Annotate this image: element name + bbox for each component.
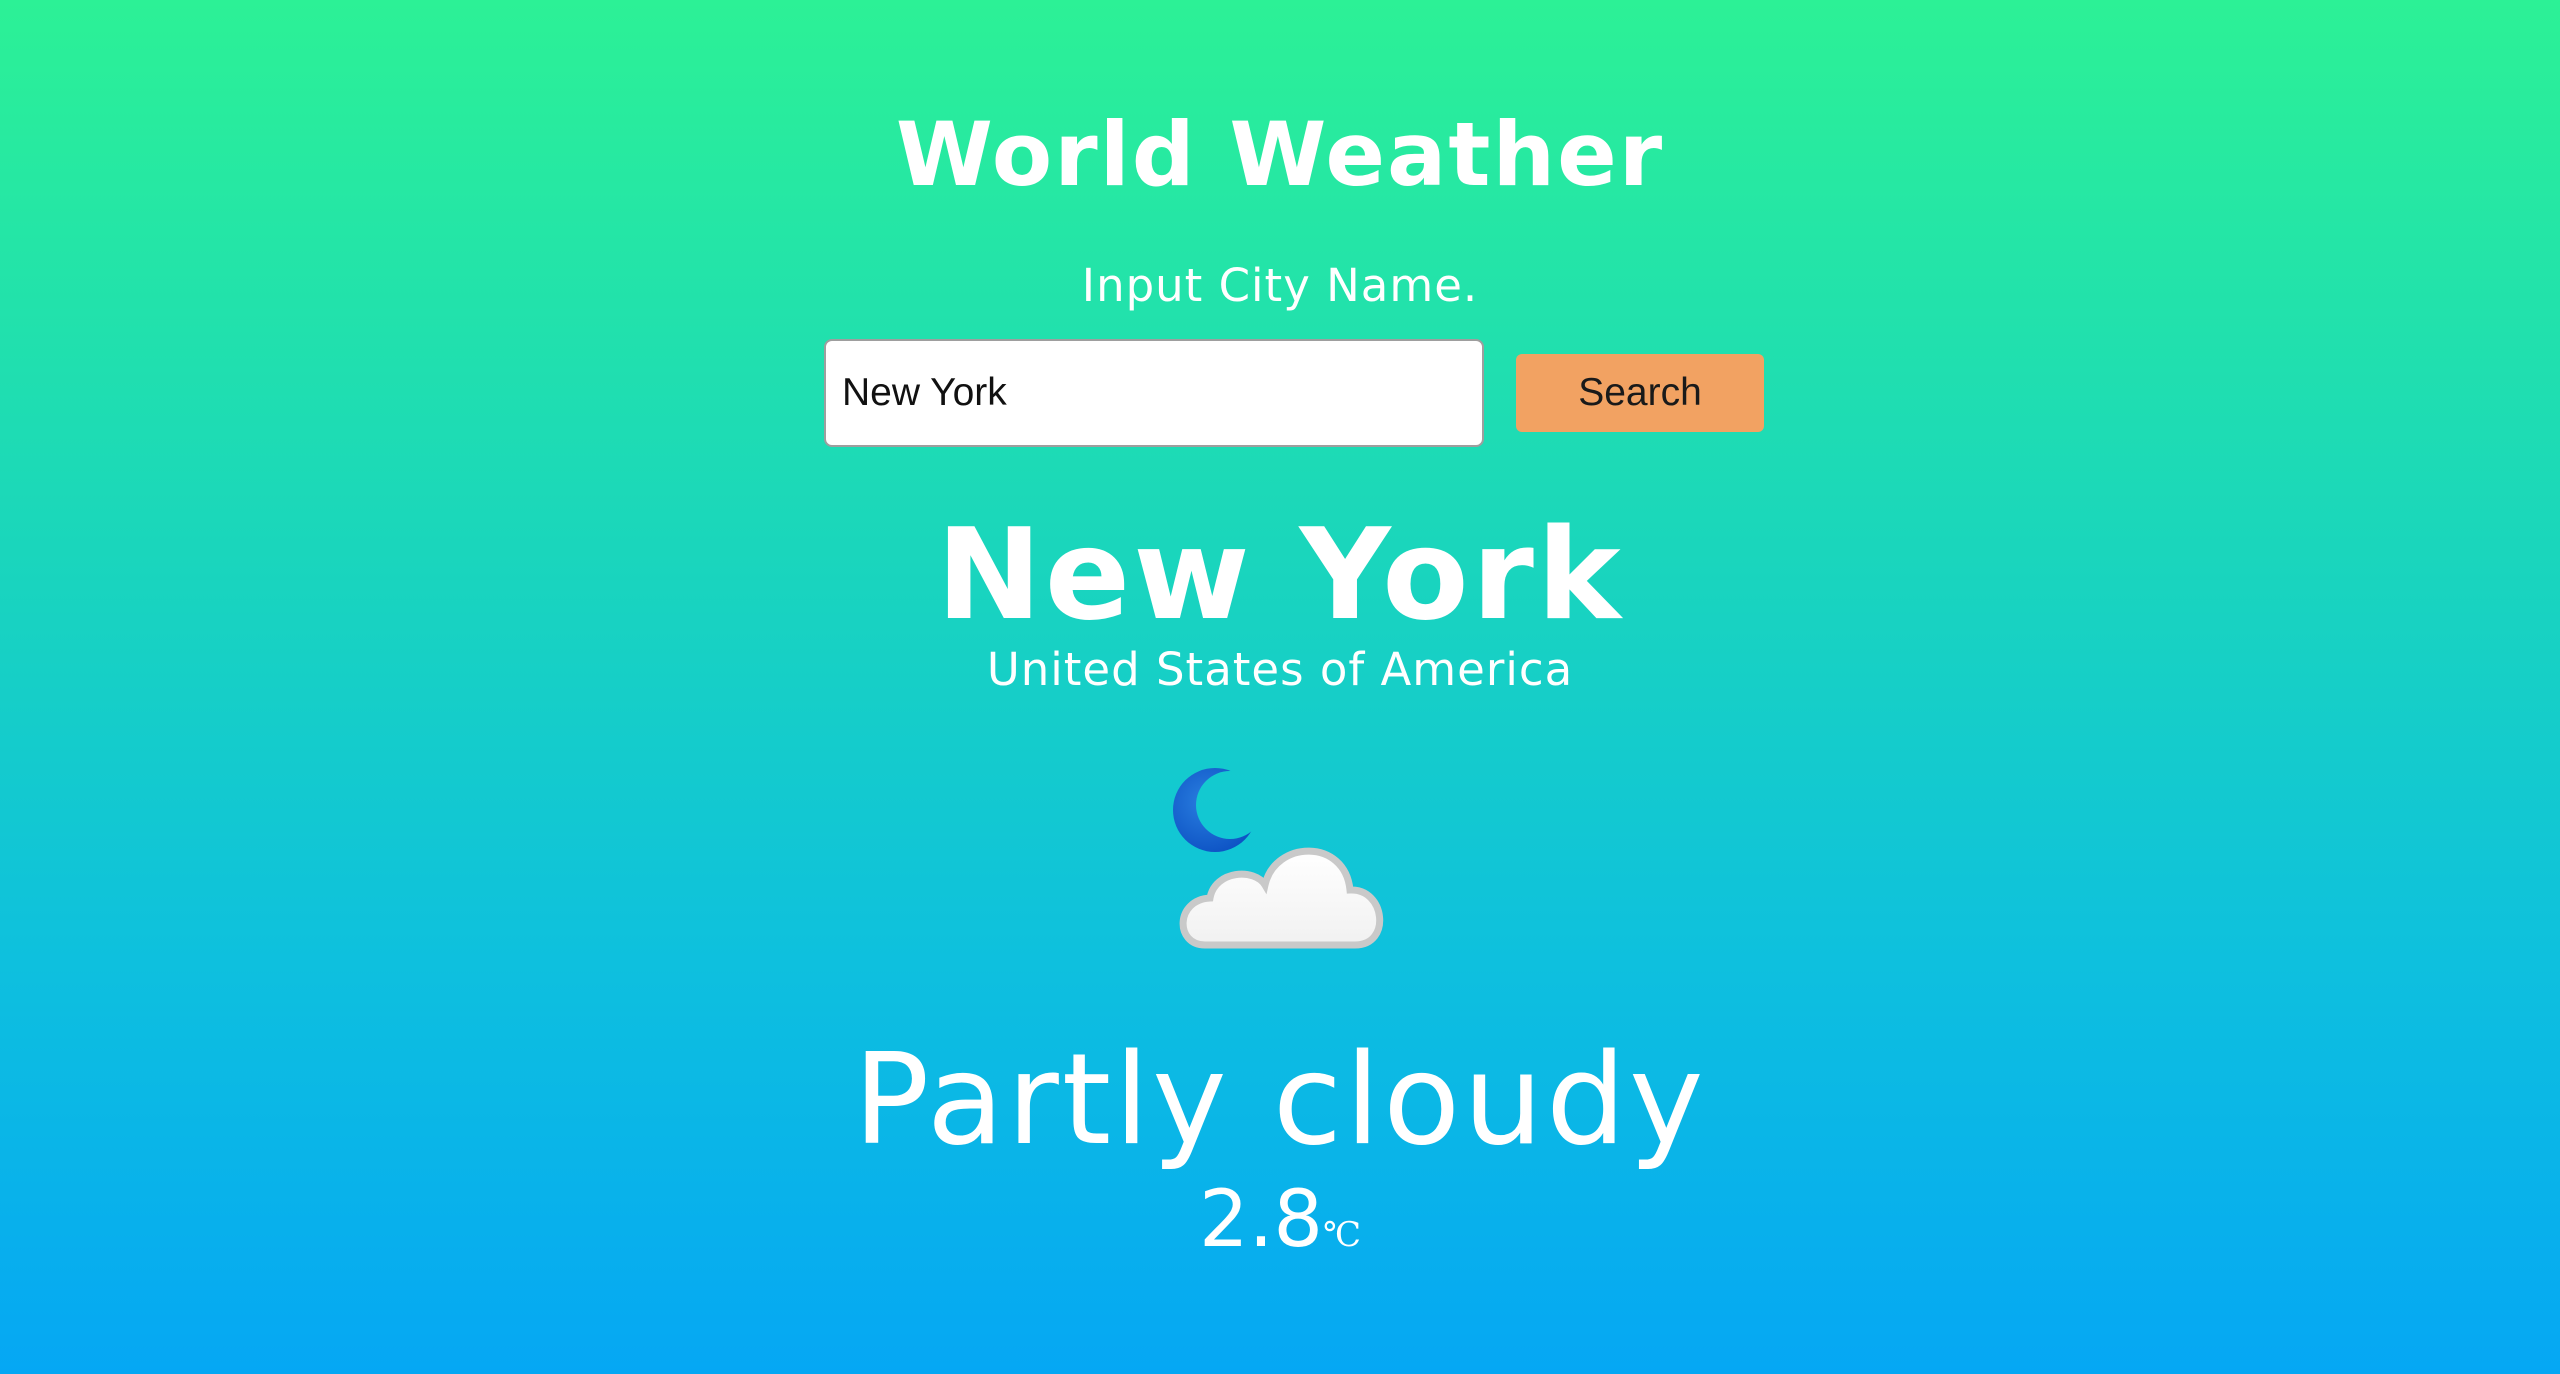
- temperature-value: 2.8: [1198, 1175, 1323, 1265]
- temperature: 2.8℃: [0, 1170, 2560, 1291]
- city-input-prompt: Input City Name.: [1081, 259, 1479, 312]
- city-search-input[interactable]: [824, 339, 1484, 447]
- moon-cloud-icon-graphic: [1173, 768, 1383, 949]
- app-title: World Weather: [895, 103, 1665, 206]
- weather-condition: Partly cloudy: [853, 1026, 1707, 1173]
- moon-cloud-icon: [1160, 760, 1430, 960]
- temperature-unit: ℃: [1323, 1215, 1362, 1255]
- search-button[interactable]: Search: [1516, 354, 1764, 432]
- country-name: United States of America: [986, 643, 1574, 696]
- city-name: New York: [936, 501, 1624, 648]
